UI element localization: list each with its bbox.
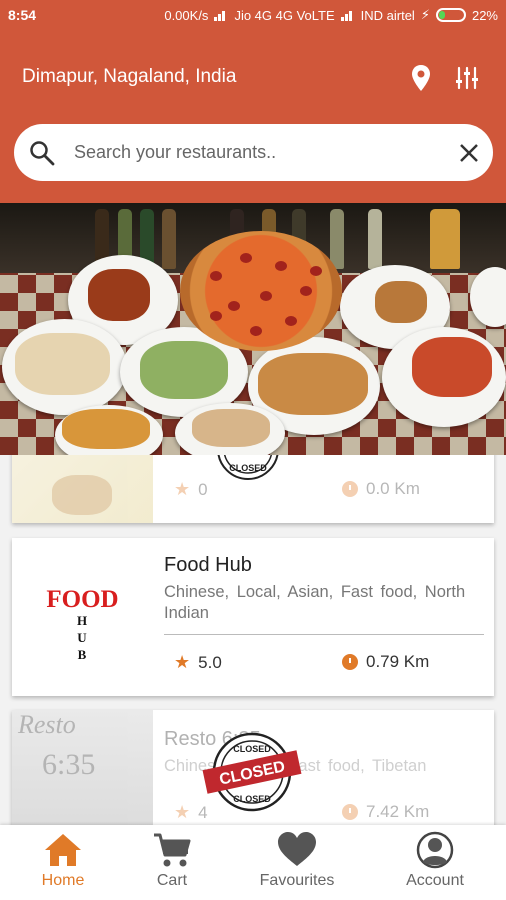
distance-value: 0.79 Km	[366, 652, 430, 671]
divider	[164, 634, 484, 635]
header: Dimapur, Nagaland, India	[0, 30, 506, 203]
nav-cart[interactable]: Cart	[112, 825, 232, 900]
charging-icon: ⚡	[420, 7, 430, 22]
nav-favourites-label: Favourites	[259, 872, 335, 889]
nav-account-label: Account	[406, 872, 464, 889]
network-speed: 0.00K/s	[164, 7, 209, 23]
rating: ★ 5.0	[174, 652, 222, 673]
distance: 0.0 Km	[342, 479, 420, 499]
close-icon[interactable]	[458, 142, 480, 164]
restaurant-cuisine: Chinese, Local, Asian, Fast food, North …	[164, 583, 466, 622]
restaurant-logo: FOOD HUB	[12, 538, 153, 696]
restaurant-thumbnail: Resto 6:35	[12, 710, 153, 825]
distance-value: 7.42 Km	[366, 802, 430, 821]
filter-sliders-icon[interactable]	[455, 66, 479, 90]
nav-favourites[interactable]: Favourites	[237, 825, 357, 900]
restaurant-card-food-hub[interactable]: FOOD HUB Food Hub Chinese, Local, Asian,…	[12, 538, 494, 696]
restaurant-name: Food Hub	[164, 554, 252, 576]
search-icon[interactable]	[29, 140, 55, 166]
thumb-text-resto: Resto	[18, 710, 76, 739]
thumb-text-time: 6:35	[42, 748, 96, 781]
restaurant-thumbnail	[12, 455, 153, 523]
pizza	[180, 231, 342, 351]
restaurant-card-resto-635[interactable]: Resto 6:35 Resto 6:35 Chinese, Local, Fa…	[12, 710, 494, 825]
restaurant-list[interactable]: ★ 0 0.0 Km CLOSED FOOD HUB Food Hub Chin…	[0, 455, 506, 825]
location-pin-icon[interactable]	[410, 64, 432, 92]
nav-account[interactable]: Account	[375, 825, 495, 900]
cart-icon	[154, 833, 191, 867]
distance-icon	[342, 654, 358, 670]
logo-word-hub: HUB	[76, 613, 88, 662]
star-icon: ★	[174, 652, 191, 672]
current-location[interactable]: Dimapur, Nagaland, India	[22, 66, 236, 88]
distance-icon	[342, 804, 358, 820]
signal-icon	[214, 9, 228, 21]
distance: 7.42 Km	[342, 802, 429, 822]
svg-text:CLOSED: CLOSED	[233, 794, 271, 804]
closed-stamp-icon: CLOSED	[217, 455, 279, 480]
rating-value: 5.0	[198, 652, 222, 672]
home-icon	[45, 834, 81, 866]
star-icon: ★	[174, 802, 191, 822]
distance-value: 0.0 Km	[366, 479, 420, 498]
carrier-1: Jio 4G 4G VoLTE	[234, 7, 335, 23]
logo-word-food: FOOD	[46, 586, 119, 613]
status-time: 8:54	[8, 7, 37, 23]
restaurant-card[interactable]: ★ 0 0.0 Km CLOSED	[12, 455, 494, 523]
nav-cart-label: Cart	[156, 872, 188, 889]
search-input[interactable]	[74, 132, 444, 172]
star-icon: ★	[174, 479, 191, 499]
distance: 0.79 Km	[342, 652, 429, 672]
battery-percent: 22%	[471, 7, 498, 23]
heart-icon	[278, 832, 316, 866]
signal-icon	[340, 9, 355, 21]
distance-icon	[342, 481, 358, 497]
search-bar	[14, 124, 493, 181]
battery-icon	[435, 8, 466, 22]
food-banner-image	[0, 203, 506, 455]
bottom-navigation: Home Cart Favourites Account	[0, 825, 506, 900]
nav-home-label: Home	[41, 872, 85, 889]
svg-text:CLOSED: CLOSED	[233, 744, 271, 754]
status-bar: 8:54 0.00K/s Jio 4G 4G VoLTE IND airtel …	[0, 0, 506, 30]
nav-home[interactable]: Home	[3, 825, 123, 900]
svg-text:CLOSED: CLOSED	[229, 463, 267, 473]
carrier-2: IND airtel	[360, 7, 415, 23]
closed-stamp-icon: CLOSED CLOSED CLOSED	[202, 732, 302, 812]
account-icon	[416, 831, 454, 869]
